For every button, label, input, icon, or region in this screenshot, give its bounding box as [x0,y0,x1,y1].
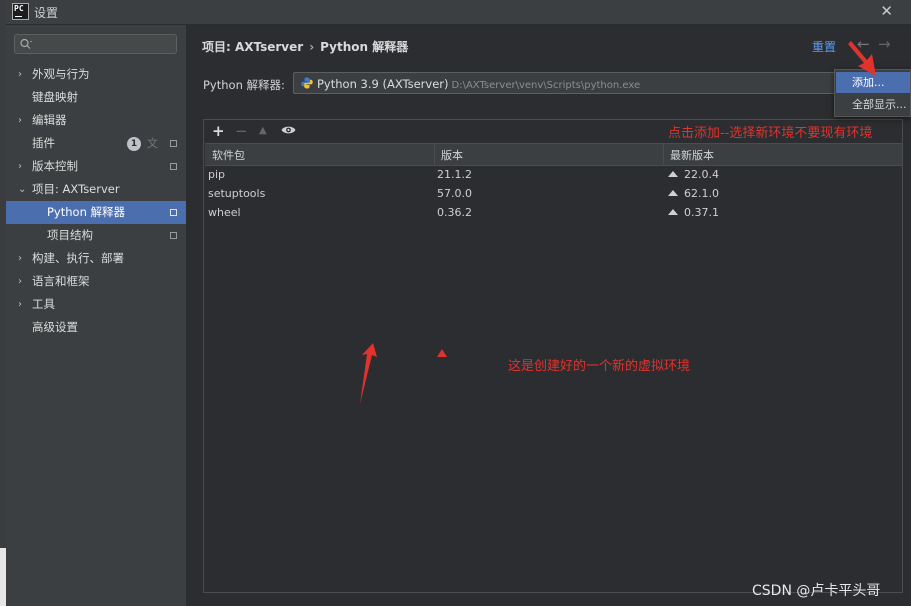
small-marker-icon [437,349,447,357]
watermark: CSDN @卢卡平头哥 [752,583,881,599]
arrow-to-panel-icon [360,343,377,404]
arrow-to-menu-icon [848,41,876,76]
annotation-arrows [360,41,876,404]
